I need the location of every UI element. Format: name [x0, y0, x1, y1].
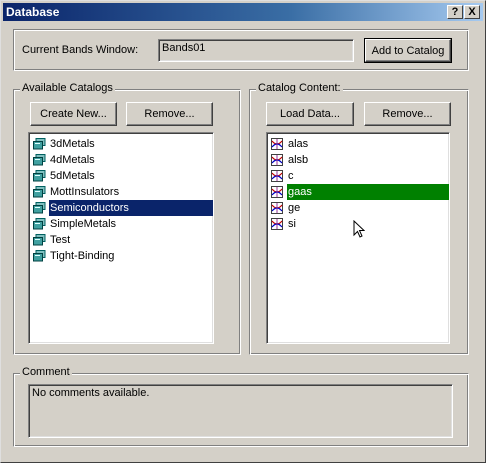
mouse-pointer-icon — [353, 220, 365, 238]
band-structure-icon — [271, 138, 283, 150]
current-bands-group: Current Bands Window: Bands01 Add to Cat… — [13, 29, 469, 71]
catalog-db-icon — [33, 234, 46, 246]
content-list-item[interactable]: c — [269, 168, 447, 184]
list-item-label: MottInsulators — [50, 186, 120, 198]
database-dialog: Database ? X Current Bands Window: Bands… — [0, 0, 486, 463]
current-bands-label: Current Bands Window: — [22, 44, 139, 56]
catalog-db-icon — [33, 138, 46, 150]
current-bands-field: Bands01 — [158, 39, 354, 62]
catalog-list-item[interactable]: 3dMetals — [31, 136, 211, 152]
list-item-label: ge — [288, 202, 301, 214]
add-to-catalog-button[interactable]: Add to Catalog — [364, 38, 452, 63]
list-item-label: alas — [288, 138, 309, 150]
catalog-list-item[interactable]: Test — [31, 232, 211, 248]
list-item-label: Tight-Binding — [50, 250, 115, 262]
comment-field[interactable]: No comments available. — [28, 384, 453, 438]
list-item-label: 5dMetals — [50, 170, 95, 182]
band-structure-icon — [271, 202, 283, 214]
available-catalogs-group: Available Catalogs Create New... Remove.… — [13, 82, 241, 355]
list-item-label: alsb — [288, 154, 309, 166]
close-button[interactable]: X — [464, 5, 480, 19]
window-title: Database — [6, 5, 60, 19]
catalog-content-legend: Catalog Content: — [256, 82, 343, 94]
list-item-label: 4dMetals — [50, 154, 95, 166]
catalog-list-item[interactable]: 5dMetals — [31, 168, 211, 184]
list-item-label: 3dMetals — [50, 138, 95, 150]
help-button[interactable]: ? — [447, 5, 463, 19]
create-new-catalog-button[interactable]: Create New... — [30, 102, 117, 126]
list-item-label: Semiconductors — [49, 200, 213, 216]
catalog-list-item[interactable]: 4dMetals — [31, 152, 211, 168]
catalog-list-item[interactable]: MottInsulators — [31, 184, 211, 200]
list-item-label: si — [288, 218, 296, 230]
catalog-db-icon — [33, 218, 46, 230]
load-data-button[interactable]: Load Data... — [266, 102, 354, 126]
comment-group: Comment No comments available. — [13, 366, 469, 447]
list-item-label: c — [288, 170, 294, 182]
content-list-item[interactable]: gaas — [269, 184, 449, 200]
band-structure-icon — [271, 186, 283, 198]
catalog-db-icon — [33, 202, 46, 214]
remove-catalog-button[interactable]: Remove... — [126, 102, 213, 126]
content-list-item[interactable]: alsb — [269, 152, 447, 168]
band-structure-icon — [271, 218, 283, 230]
content-list-item[interactable]: alas — [269, 136, 447, 152]
catalog-list-item[interactable]: Semiconductors — [31, 200, 213, 216]
catalog-db-icon — [33, 186, 46, 198]
remove-content-button[interactable]: Remove... — [364, 102, 451, 126]
band-structure-icon — [271, 170, 283, 182]
list-item-label: SimpleMetals — [50, 218, 117, 230]
catalog-db-icon — [33, 170, 46, 182]
catalog-db-icon — [33, 250, 46, 262]
catalog-list-item[interactable]: Tight-Binding — [31, 248, 211, 264]
list-item-label: gaas — [287, 184, 449, 200]
list-item-label: Test — [50, 234, 71, 246]
catalog-list-item[interactable]: SimpleMetals — [31, 216, 211, 232]
title-bar[interactable]: Database ? X — [3, 3, 483, 21]
band-structure-icon — [271, 154, 283, 166]
content-list-item[interactable]: ge — [269, 200, 447, 216]
comment-legend: Comment — [20, 366, 72, 378]
catalog-db-icon — [33, 154, 46, 166]
available-catalogs-legend: Available Catalogs — [20, 82, 115, 94]
catalog-list[interactable]: 3dMetals 4dMetals 5dMetals MottInsulators Se… — [28, 132, 214, 344]
